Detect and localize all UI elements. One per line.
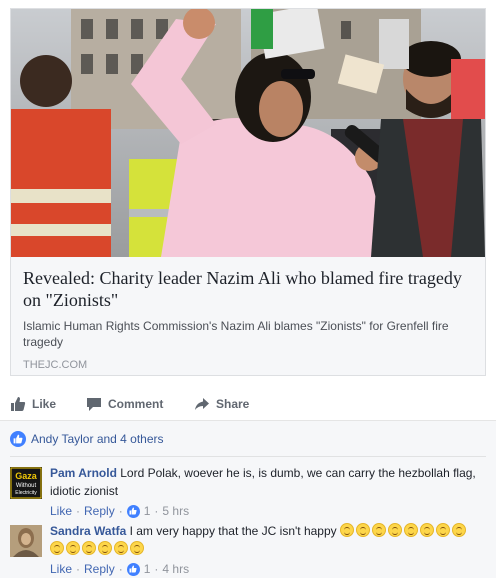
grinning-emoji-icon xyxy=(130,541,144,555)
comment-author[interactable]: Pam Arnold xyxy=(50,466,117,480)
reactions-divider xyxy=(10,456,486,457)
grinning-emoji-icon xyxy=(66,541,80,555)
grinning-emoji-icon xyxy=(388,523,403,537)
meta-separator: · xyxy=(76,504,81,518)
shared-link-preview[interactable]: Revealed: Charity leader Nazim Ali who b… xyxy=(10,8,486,376)
avatar[interactable]: Gaza Without Electricity xyxy=(10,467,42,499)
grinning-emoji-icon xyxy=(114,541,128,555)
comment-like-count-icon xyxy=(126,562,140,576)
grinning-emoji-icon xyxy=(436,523,451,537)
comment-body: Sandra Watfa I am very happy that the JC… xyxy=(50,522,480,578)
link-domain: THEJC.COM xyxy=(23,359,88,371)
grinning-emoji-icon xyxy=(356,523,371,537)
comment-meta: Like · Reply · 1 · 5 hrs xyxy=(50,502,480,520)
meta-separator: · xyxy=(154,562,159,576)
link-preview-image[interactable] xyxy=(11,9,485,257)
comment-reply-link[interactable]: Reply xyxy=(84,560,115,578)
facebook-post-card: Revealed: Charity leader Nazim Ali who b… xyxy=(0,0,496,578)
avatar[interactable] xyxy=(10,525,42,557)
comment-meta: Like · Reply · 1 · 4 hrs xyxy=(50,560,480,578)
comment-like-count-icon xyxy=(126,504,140,518)
meta-separator: · xyxy=(118,562,123,576)
grinning-emoji-icon xyxy=(82,541,96,555)
grinning-emoji-icon xyxy=(452,523,467,537)
avatar-text-electricity: Electricity xyxy=(15,490,37,496)
grinning-emoji-icon xyxy=(340,523,355,537)
comment-body: Pam Arnold Lord Polak, woever he is, is … xyxy=(50,464,480,520)
like-button-label: Like xyxy=(32,397,57,411)
reaction-summary-text[interactable]: Andy Taylor and 4 others xyxy=(31,432,164,446)
comment-bubble-icon xyxy=(87,398,101,411)
link-preview-meta[interactable]: Revealed: Charity leader Nazim Ali who b… xyxy=(11,257,485,375)
comment-button-label: Comment xyxy=(108,397,164,411)
comment-timestamp[interactable]: 4 hrs xyxy=(162,560,189,578)
comment-like-link[interactable]: Like xyxy=(50,502,72,520)
share-arrow-icon xyxy=(195,398,209,410)
avatar-text-gaza: Gaza xyxy=(15,471,38,481)
comment-reply-link[interactable]: Reply xyxy=(84,502,115,520)
grinning-emoji-icon xyxy=(420,523,435,537)
meta-separator: · xyxy=(154,504,159,518)
comment-text: I am very happy that the JC isn't happy xyxy=(129,524,337,538)
thumbs-up-icon xyxy=(11,397,26,411)
grinning-emoji-icon xyxy=(372,523,387,537)
protest-photo xyxy=(11,9,485,257)
grinning-emoji-icon xyxy=(98,541,112,555)
like-button[interactable]: Like xyxy=(10,392,86,416)
comment-timestamp[interactable]: 5 hrs xyxy=(162,502,189,520)
link-description: Islamic Human Rights Commission's Nazim … xyxy=(23,319,449,349)
comment-like-count[interactable]: 1 xyxy=(144,502,151,520)
grinning-emoji-icon xyxy=(50,541,64,555)
post-action-bar: Like Comment Share xyxy=(10,386,486,422)
sandra-avatar-image xyxy=(10,525,42,557)
comment-button[interactable]: Comment xyxy=(86,392,194,416)
comment-author[interactable]: Sandra Watfa xyxy=(50,524,126,538)
avatar-text-without: Without xyxy=(16,483,37,489)
like-reaction-icon xyxy=(10,431,26,447)
gaza-avatar-image: Gaza Without Electricity xyxy=(10,467,42,499)
meta-separator: · xyxy=(76,562,81,576)
link-title[interactable]: Revealed: Charity leader Nazim Ali who b… xyxy=(23,267,473,311)
comment-like-count[interactable]: 1 xyxy=(144,560,151,578)
comment-like-link[interactable]: Like xyxy=(50,560,72,578)
reaction-summary[interactable]: Andy Taylor and 4 others xyxy=(10,431,164,447)
share-button[interactable]: Share xyxy=(194,392,249,416)
grinning-emoji-icon xyxy=(404,523,419,537)
share-button-label: Share xyxy=(216,397,250,411)
ufi-feedback-area: Andy Taylor and 4 others Gaza Without El… xyxy=(0,421,496,578)
meta-separator: · xyxy=(118,504,123,518)
